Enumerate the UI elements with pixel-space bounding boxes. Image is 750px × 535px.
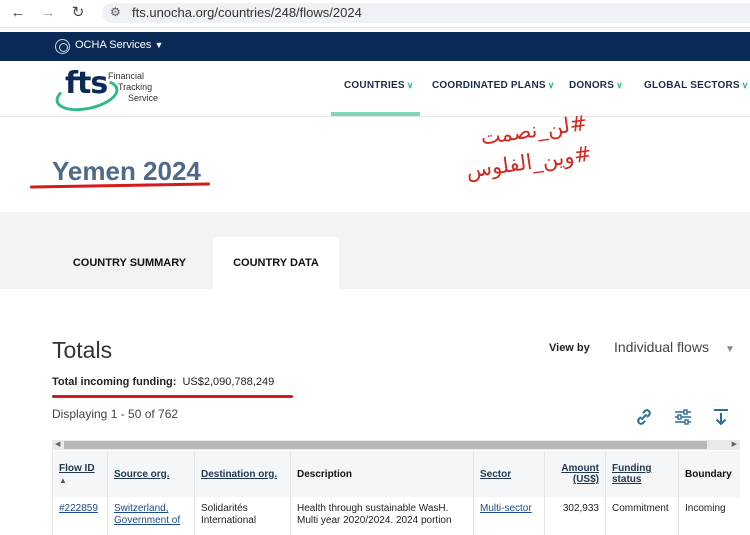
download-icon-svg	[714, 409, 728, 426]
table-row: #222859 Switzerland, Government of Solida…	[52, 497, 740, 535]
flows-table: Flow ID ▲ Source org. Destination org. De…	[52, 451, 740, 535]
description-line: Multi year 2020/2024. 2024 portion	[297, 515, 452, 526]
sector-cell[interactable]: Multi-sector	[473, 497, 545, 535]
results-count: Displaying 1 - 50 of 762	[52, 407, 179, 421]
amount-cell: 302,933	[544, 497, 606, 535]
url-text[interactable]: fts.unocha.org/countries/248/flows/2024	[132, 5, 362, 20]
column-flow-id[interactable]: Flow ID ▲	[52, 451, 108, 497]
nav-countries[interactable]: COUNTRIES ∨	[344, 80, 414, 91]
nav-donors-label: DONORS	[569, 80, 615, 91]
tune-icon[interactable]: ⚙	[110, 5, 121, 19]
column-amount[interactable]: Amount (US$)	[544, 451, 606, 497]
horizontal-scrollbar[interactable]: ◀ ▶	[52, 440, 740, 450]
chevron-down-icon: ∨	[741, 80, 749, 90]
nav-coordinated-plans[interactable]: COORDINATED PLANS ∨	[432, 80, 555, 91]
table-header-row: Flow ID ▲ Source org. Destination org. De…	[52, 451, 740, 497]
fts-fullname: Financial Tracking Service	[108, 71, 158, 104]
source-org-cell[interactable]: Switzerland, Government of	[107, 497, 195, 535]
chevron-down-icon: ∨	[547, 80, 555, 90]
boundary-header-label: Boundary	[685, 468, 732, 480]
boundary-cell: Incoming	[678, 497, 740, 535]
view-by-select[interactable]: Individual flows	[614, 339, 738, 355]
fts-name-line: Financial	[108, 71, 145, 81]
ocha-services-label: OCHA Services	[75, 39, 152, 51]
nav-countries-label: COUNTRIES	[344, 80, 405, 91]
total-incoming-funding: Total incoming funding: US$2,090,788,249	[52, 376, 274, 388]
description-cell: Health through sustainable WasH. Multi ye…	[290, 497, 474, 535]
browser-toolbar: ← → ↻ ⚙ fts.unocha.org/countries/248/flo…	[0, 0, 750, 28]
handwritten-annotation: #لن_نصمت #وين_الفلوس	[436, 108, 593, 190]
column-funding-status[interactable]: Funding status	[605, 451, 679, 497]
fts-name-line: Service	[128, 93, 159, 103]
arrow-right-icon[interactable]: →	[39, 4, 57, 22]
tab-country-summary[interactable]: COUNTRY SUMMARY	[52, 237, 207, 289]
funding-status-header-label: Funding	[612, 463, 652, 474]
destination-org-header-label: Destination org.	[201, 468, 278, 480]
caret-down-icon[interactable]: ▼	[725, 344, 735, 355]
incoming-funding-amount: US$2,090,788,249	[182, 376, 275, 388]
site-header: fts Financial Tracking Service COUNTRIES…	[0, 61, 750, 117]
link-icon[interactable]	[633, 407, 655, 429]
description-header-label: Description	[297, 468, 353, 480]
chevron-down-icon: ∨	[406, 80, 414, 90]
incoming-funding-label: Total incoming funding:	[52, 376, 177, 388]
column-source-org[interactable]: Source org.	[107, 451, 195, 497]
nav-donors[interactable]: DONORS ∨	[569, 80, 623, 91]
scrollbar-thumb[interactable]	[64, 441, 707, 449]
arrow-left-icon[interactable]: ←	[9, 4, 27, 22]
column-description: Description	[290, 451, 474, 497]
totals-heading: Totals	[52, 337, 113, 363]
fts-name-line: Tracking	[118, 82, 153, 92]
flow-id-cell[interactable]: #222859	[52, 497, 108, 535]
annotation-underline	[52, 395, 293, 398]
amount-header-label: Amount	[561, 463, 599, 474]
destination-org-cell: Solidarités International	[194, 497, 291, 535]
download-icon[interactable]	[710, 407, 732, 429]
link-icon-svg	[637, 409, 651, 425]
funding-status-cell: Commitment	[605, 497, 679, 535]
nav-coordinated-plans-label: COORDINATED PLANS	[432, 80, 546, 91]
chevron-down-icon: ∨	[616, 80, 623, 90]
ocha-services-menu[interactable]: OCHA Services ▼	[75, 39, 163, 51]
scroll-left-icon[interactable]: ◀	[55, 440, 60, 450]
column-boundary: Boundary	[678, 451, 740, 497]
filter-sliders-icon[interactable]	[672, 407, 694, 429]
logo-word: fts	[65, 66, 108, 101]
ocha-services-bar: OCHA Services ▼	[0, 32, 750, 61]
address-bar[interactable]: ⚙ fts.unocha.org/countries/248/flows/202…	[102, 3, 750, 23]
active-nav-indicator	[331, 112, 420, 116]
source-org-line: Switzerland,	[114, 503, 169, 514]
destination-org-line: Solidarités	[201, 503, 248, 514]
column-destination-org[interactable]: Destination org.	[194, 451, 291, 497]
country-tabs: COUNTRY SUMMARY COUNTRY DATA	[0, 212, 750, 289]
reload-icon[interactable]: ↻	[69, 4, 87, 22]
source-org-line: Government of	[114, 515, 181, 526]
un-emblem-icon	[55, 39, 70, 54]
description-line: Health through sustainable WasH.	[297, 503, 449, 514]
amount-header-unit: (US$)	[572, 474, 599, 485]
chevron-down-icon: ▼	[154, 40, 164, 50]
nav-global-sectors-label: GLOBAL SECTORS	[644, 80, 740, 91]
view-by-label: View by	[549, 342, 590, 354]
tab-country-data[interactable]: COUNTRY DATA	[213, 237, 339, 289]
destination-org-line: International	[201, 515, 257, 526]
source-org-header-label: Source org.	[114, 468, 170, 480]
sort-ascending-icon[interactable]: ▲	[59, 476, 101, 485]
column-sector[interactable]: Sector	[473, 451, 545, 497]
flow-id-header-label: Flow ID	[59, 463, 95, 474]
sliders-icon-svg	[675, 409, 691, 425]
funding-status-header-label2: status	[612, 474, 642, 485]
nav-global-sectors[interactable]: GLOBAL SECTORS ∨	[644, 80, 749, 91]
sector-header-label: Sector	[480, 468, 512, 480]
scroll-right-icon[interactable]: ▶	[732, 440, 737, 450]
